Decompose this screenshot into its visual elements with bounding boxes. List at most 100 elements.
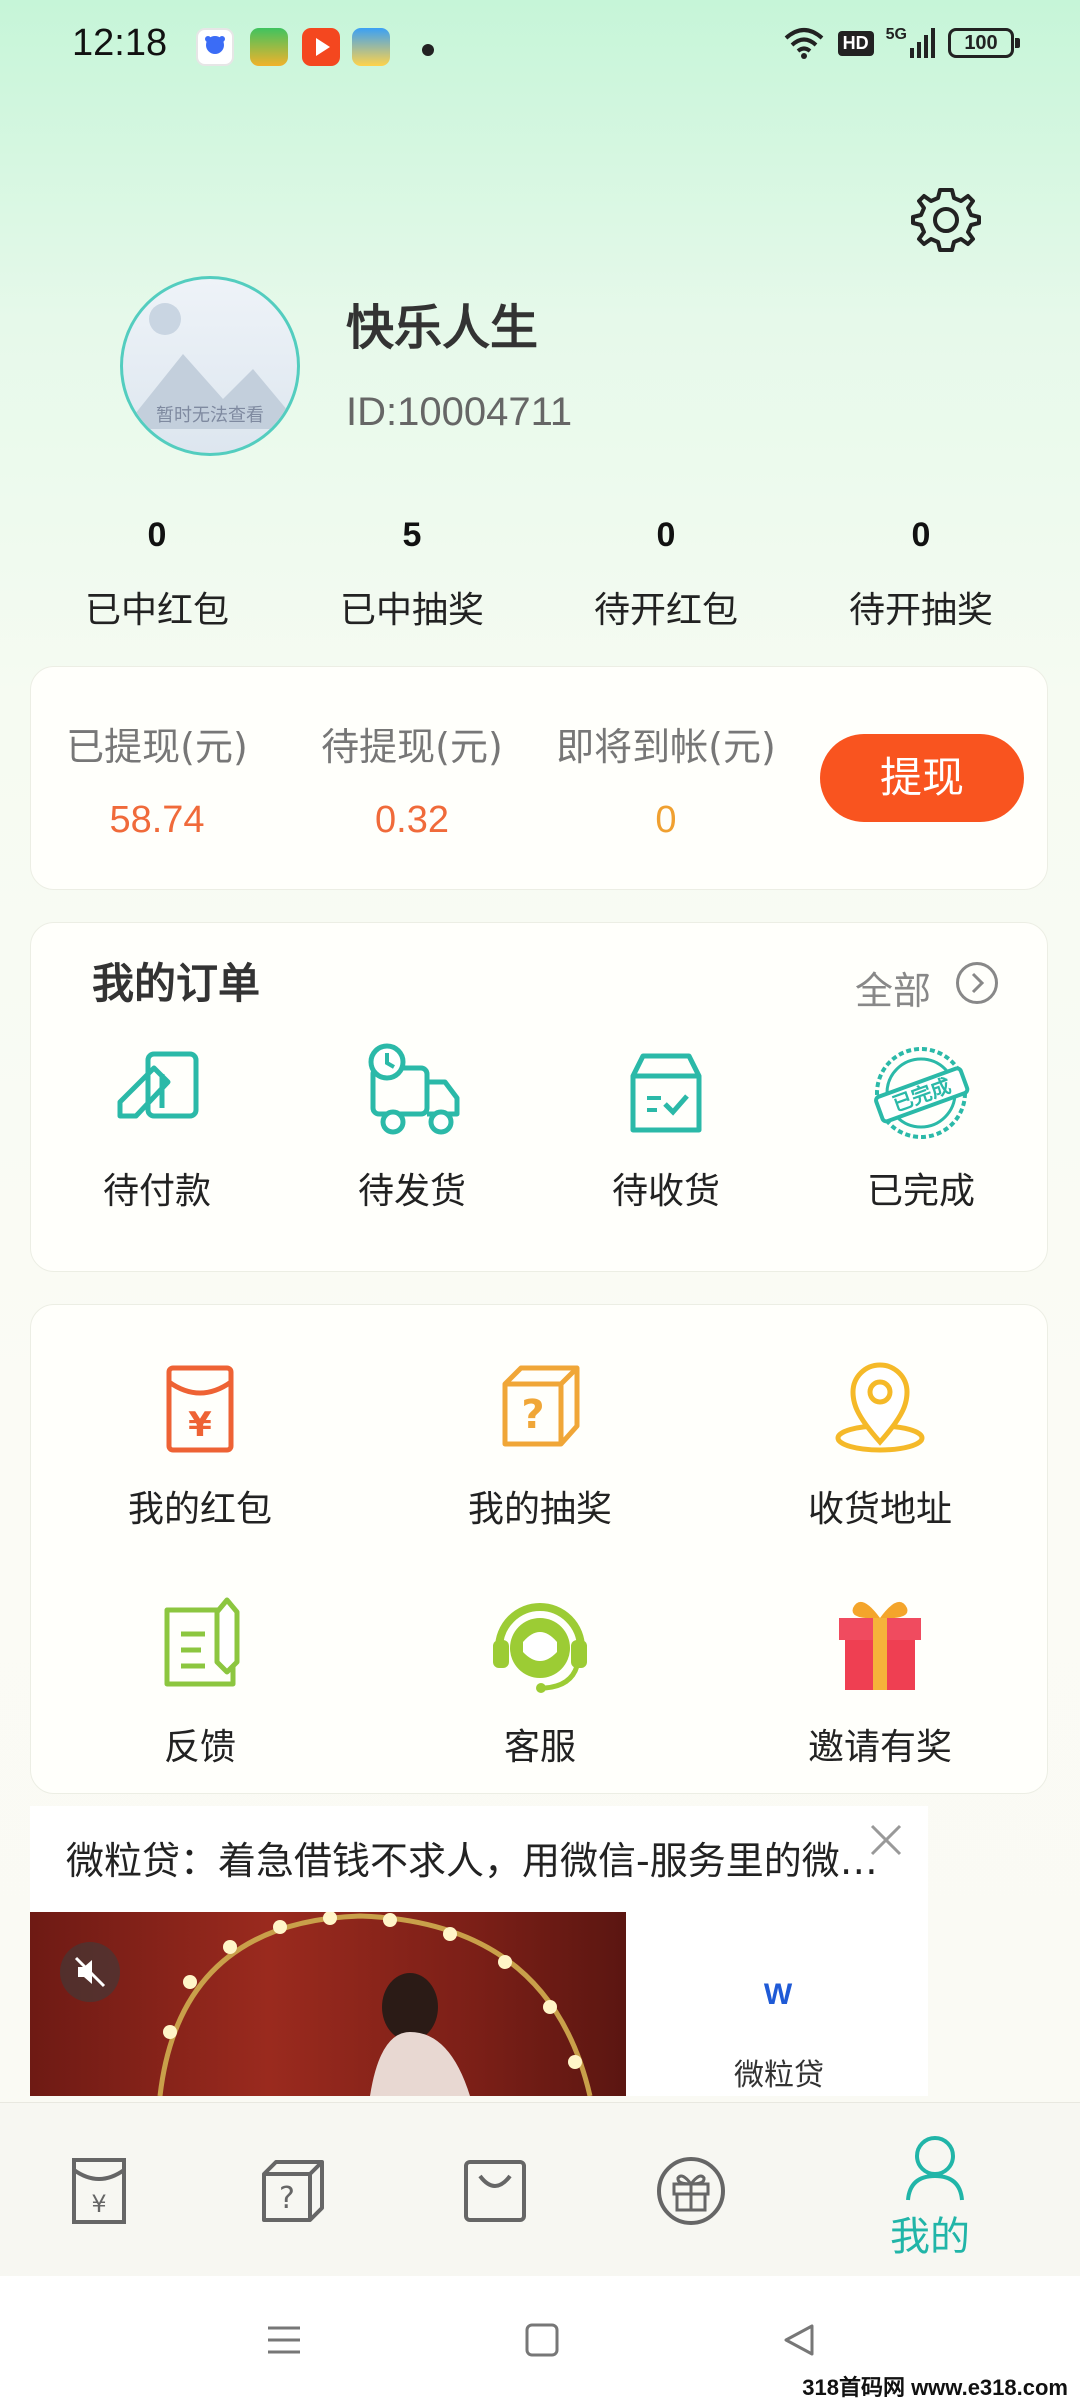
nav-tab-red-packet[interactable]: ¥ (64, 2156, 134, 2230)
ad-text[interactable]: 微粒贷：着急借钱不求人，用微信-服务里的微… (66, 1830, 896, 1885)
profile-nav-icon (906, 2136, 964, 2201)
order-label: 已完成 (866, 1171, 975, 1212)
nav-tab-me[interactable] (900, 2132, 970, 2206)
shopping-bag-nav-icon (464, 2160, 526, 2222)
order-label: 待发货 (357, 1171, 466, 1212)
service-customer-service[interactable]: 客服 (370, 1590, 710, 1770)
ad-brand-logo: W (756, 1972, 800, 2016)
settings-button[interactable] (910, 184, 982, 256)
ad-video-thumbnail[interactable] (30, 1912, 626, 2096)
location-pin-icon (835, 1362, 925, 1453)
menu-icon (268, 2326, 300, 2354)
svg-text:?: ? (521, 1392, 544, 1438)
order-pending-payment[interactable]: 待付款 (32, 1038, 282, 1214)
app-icon-browser (352, 28, 390, 66)
currency-symbol: ¥ (188, 1405, 212, 1445)
nav-tab-gift[interactable] (656, 2156, 726, 2230)
notification-dot (422, 44, 434, 56)
stat-value: 0 (147, 516, 167, 554)
stat-value: 0 (911, 516, 931, 554)
home-square-icon (525, 2323, 559, 2357)
username: 快乐人生 (346, 300, 539, 356)
service-label: 邀请有奖 (807, 1727, 952, 1768)
image-placeholder-icon (123, 303, 297, 429)
chevron-right-icon[interactable] (956, 962, 998, 1004)
stat-label: 待开红包 (593, 590, 738, 631)
stat-won-lotteries[interactable]: 5 已中抽奖 (302, 516, 522, 633)
pending-withdraw-label: 待提现(元) (321, 725, 503, 769)
service-shipping-address[interactable]: 收货地址 (710, 1352, 1050, 1532)
close-icon (870, 1824, 902, 1856)
orders-all-link[interactable]: 全部 (855, 960, 931, 1015)
mute-button[interactable] (60, 1942, 120, 2002)
stat-pending-red-packets[interactable]: 0 待开红包 (556, 516, 776, 633)
arriving-amount: 即将到帐(元) 0 (541, 716, 791, 842)
order-completed[interactable]: 已完成 已完成 (796, 1038, 1046, 1214)
stat-value: 5 (402, 516, 422, 554)
order-label: 待付款 (102, 1171, 211, 1212)
package-box-icon (630, 1053, 702, 1133)
order-pending-receipt[interactable]: 待收货 (541, 1038, 791, 1214)
stat-label: 待开抽奖 (848, 590, 993, 631)
gift-icon (839, 1601, 921, 1690)
red-packet-icon: ¥ (166, 1365, 234, 1453)
gear-icon (911, 188, 981, 252)
delivery-truck-icon (368, 1043, 460, 1135)
completed-stamp-icon: 已完成 (874, 1047, 970, 1139)
customer-service-icon (493, 1603, 587, 1693)
mute-icon (74, 1956, 106, 1988)
feedback-icon (164, 1597, 240, 1687)
status-time: 12:18 (72, 22, 168, 64)
app-icon-game (250, 28, 288, 66)
ad-brand-name: 微粒贷 (734, 2058, 824, 2093)
system-back-button[interactable] (780, 2320, 820, 2364)
back-triangle-icon (784, 2324, 814, 2356)
watermark: 318首码网 www.e318.com (802, 2375, 1068, 2400)
order-pending-shipment[interactable]: 待发货 (287, 1038, 537, 1214)
stage-lights-image (157, 1912, 593, 2096)
order-label: 待收货 (611, 1171, 720, 1212)
service-my-red-packets[interactable]: ¥ 我的红包 (30, 1352, 370, 1532)
signal-bars-icon (910, 28, 935, 58)
pending-withdraw-value: 0.32 (375, 799, 449, 841)
wallet-icon (117, 1051, 199, 1119)
app-icon-video (302, 28, 340, 66)
stat-value: 0 (656, 516, 676, 554)
service-label: 我的红包 (127, 1489, 272, 1530)
cellular-signal: 5G (885, 26, 936, 58)
arriving-label: 即将到帐(元) (556, 725, 776, 769)
nav-tab-me-label[interactable]: 我的 (890, 2204, 970, 2262)
service-feedback[interactable]: 反馈 (30, 1590, 370, 1770)
stat-label: 已中抽奖 (339, 590, 484, 631)
wifi-icon (784, 28, 823, 59)
hd-badge: HD (837, 30, 874, 56)
service-label: 客服 (503, 1727, 576, 1768)
service-label: 收货地址 (807, 1489, 952, 1530)
withdraw-button[interactable]: 提现 (820, 734, 1024, 822)
signal-type: 5G (885, 26, 907, 43)
stat-label: 已中红包 (84, 590, 229, 631)
service-label: 我的抽奖 (467, 1489, 612, 1530)
app-icon-baidu (196, 28, 234, 66)
battery-indicator: 100 (948, 28, 1020, 58)
system-home-button[interactable] (522, 2320, 562, 2364)
system-menu-button[interactable] (264, 2320, 304, 2364)
nav-tab-lottery[interactable]: ? (258, 2156, 328, 2230)
stat-won-red-packets[interactable]: 0 已中红包 (47, 516, 267, 633)
service-my-lotteries[interactable]: ? 我的抽奖 (370, 1352, 710, 1532)
lottery-nav-icon: ? (262, 2160, 324, 2222)
orders-title: 我的订单 (92, 959, 261, 1008)
withdrawn-value: 58.74 (109, 799, 205, 841)
nav-tab-shop[interactable] (460, 2156, 530, 2230)
lottery-box-icon: ? (502, 1365, 580, 1447)
service-invite-rewards[interactable]: 邀请有奖 (710, 1590, 1050, 1770)
ad-close-button[interactable] (866, 1820, 906, 1860)
nav-currency-symbol: ¥ (91, 2190, 106, 2218)
arriving-value: 0 (655, 799, 677, 841)
stat-pending-lotteries[interactable]: 0 待开抽奖 (811, 516, 1031, 633)
nav-question-symbol: ? (279, 2181, 295, 2216)
withdrawn-amount: 已提现(元) 58.74 (32, 716, 282, 842)
service-label: 反馈 (163, 1727, 236, 1768)
brand-logo-letter: W (764, 1978, 793, 2011)
avatar[interactable]: 暂时无法查看 (120, 276, 300, 456)
